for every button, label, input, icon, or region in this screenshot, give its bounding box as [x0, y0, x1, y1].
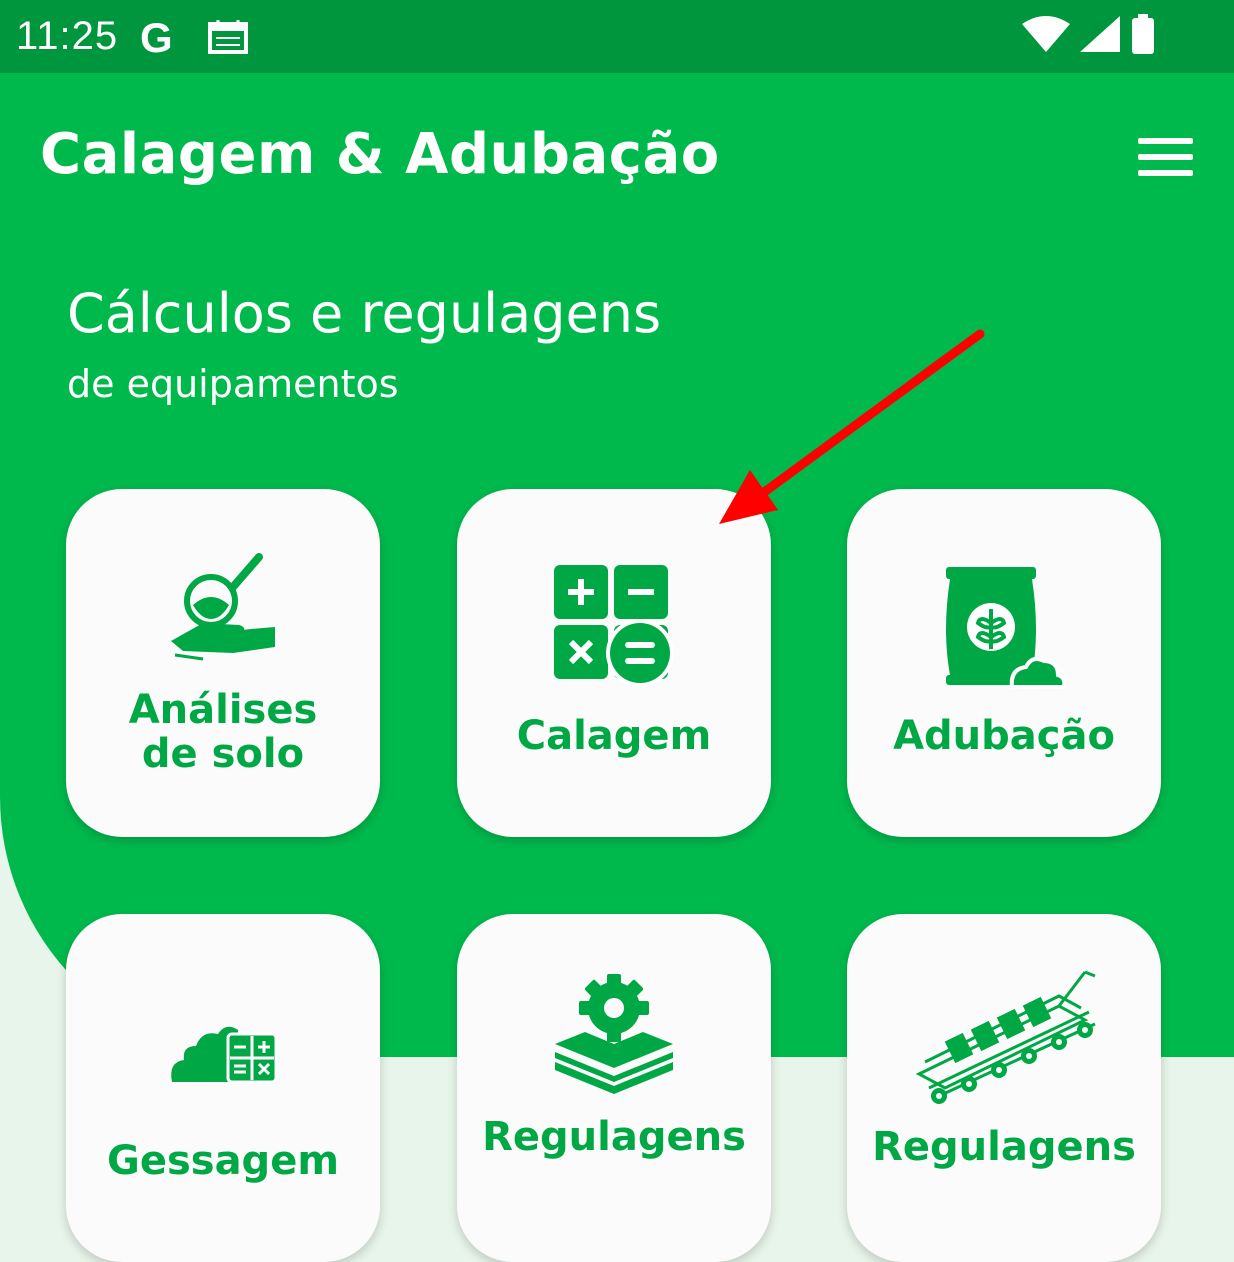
hamburger-icon-line [1138, 170, 1193, 176]
menu-button[interactable] [1130, 134, 1200, 182]
card-label: Gessagem [106, 1138, 339, 1184]
google-icon: G [140, 14, 173, 61]
card-adubacao[interactable]: Adubação [847, 489, 1161, 837]
status-bar: 11:25 G [0, 0, 1234, 73]
seeder-machine-icon [847, 966, 1161, 1116]
card-label: Calagem [516, 713, 712, 759]
card-soil-analysis[interactable]: Análises de solo [66, 489, 380, 837]
signal-icon [1080, 16, 1120, 56]
calculator-icon [457, 563, 771, 689]
gypsum-calc-icon [66, 1016, 380, 1086]
card-label: Regulagens [482, 1114, 746, 1160]
card-gessagem[interactable]: Gessagem [66, 914, 380, 1262]
soil-analysis-icon [66, 549, 380, 661]
app-title: Calagem & Adubação [40, 122, 720, 187]
battery-icon [1130, 14, 1156, 58]
card-label: Regulagens [872, 1124, 1136, 1170]
card-regulagens-equipamentos[interactable]: Regulagens [457, 914, 771, 1262]
page-subtitle: de equipamentos [67, 362, 399, 406]
card-calagem[interactable]: Calagem [457, 489, 771, 837]
card-label: de solo [141, 731, 305, 777]
card-regulagens-semeadoras[interactable]: Regulagens [847, 914, 1161, 1262]
card-label: Adubação [893, 713, 1115, 759]
card-label: Análises [128, 687, 318, 733]
fertilizer-bag-icon [847, 565, 1161, 689]
status-time: 11:25 [16, 14, 119, 58]
calendar-icon [208, 20, 248, 58]
wifi-icon [1022, 16, 1070, 56]
hamburger-icon [1138, 138, 1193, 144]
page-title: Cálculos e regulagens [67, 282, 662, 345]
gear-layers-icon [457, 972, 771, 1100]
hamburger-icon-line [1138, 154, 1193, 160]
